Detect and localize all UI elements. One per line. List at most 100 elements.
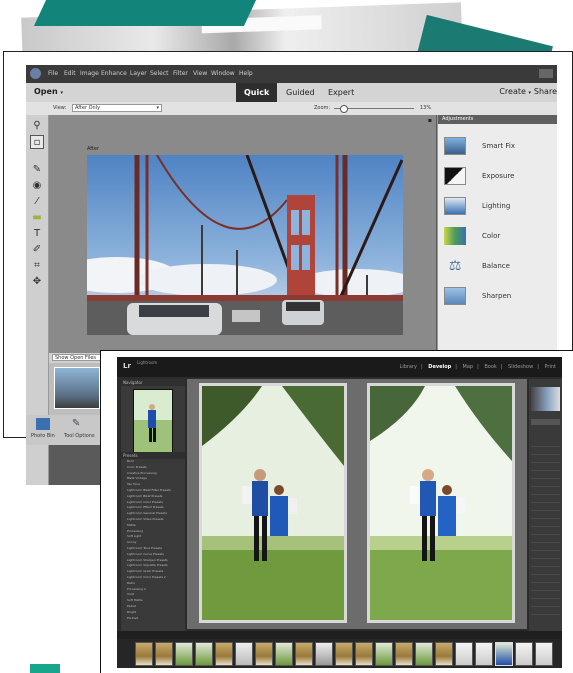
module-develop[interactable]: Develop (428, 364, 451, 370)
filmstrip-thumbnail[interactable] (435, 642, 453, 666)
straighten-icon[interactable]: ▬ (30, 211, 44, 225)
pse-mode-bar: Open ▾ Quick Guided Expert Create ▾ Shar… (26, 83, 557, 103)
lighting-icon (444, 197, 466, 215)
filmstrip-thumbnail[interactable] (535, 642, 553, 666)
filmstrip-thumbnail[interactable] (215, 642, 233, 666)
share-button[interactable]: Share (534, 87, 557, 96)
adjustment-balance[interactable]: ⚖ Balance (444, 257, 554, 279)
navigator-header[interactable]: Navigator (121, 379, 185, 386)
filmstrip-thumbnail[interactable] (175, 642, 193, 666)
histogram (531, 387, 560, 411)
menu-help[interactable]: Help (239, 70, 253, 77)
navigator-thumbnail[interactable] (133, 389, 173, 453)
menu-file[interactable]: File (48, 70, 58, 77)
red-eye-icon[interactable]: ◉ (30, 179, 44, 193)
zoom-slider-thumb[interactable] (340, 105, 348, 113)
create-button[interactable]: Create ▾ (499, 87, 531, 96)
lr-logo: Lr (123, 362, 131, 370)
teal-decoration-top (33, 0, 257, 26)
tool-strip[interactable] (531, 419, 560, 425)
filmstrip-thumbnail[interactable] (275, 642, 293, 666)
color-icon (444, 227, 466, 245)
menu-image[interactable]: Image (80, 70, 99, 77)
tab-quick[interactable]: Quick (236, 83, 278, 102)
pse-app-icon (30, 68, 41, 79)
canvas-caption: After (87, 146, 100, 152)
move-tool-icon[interactable]: ✥ (30, 275, 44, 289)
lr-brand: Lightroom (137, 360, 158, 365)
menu-enhance[interactable]: Enhance (101, 70, 127, 77)
view-label: View: (53, 105, 67, 111)
develop-sliders[interactable] (531, 439, 560, 619)
adjustment-lighting[interactable]: Lighting (444, 197, 554, 219)
type-tool-icon[interactable]: T (30, 227, 44, 241)
menu-select[interactable]: Select (150, 70, 169, 77)
view-select[interactable]: After Only ▾ (72, 104, 162, 112)
filmstrip-thumbnail[interactable] (415, 642, 433, 666)
after-photo (367, 383, 515, 623)
whiten-teeth-icon[interactable]: ⁄ (30, 195, 44, 209)
pse-options-bar: View: After Only ▾ Zoom: 13% (26, 102, 557, 115)
photo-bin-thumbnail[interactable] (54, 367, 100, 409)
menu-view[interactable]: View (193, 70, 207, 77)
tab-expert[interactable]: Expert (320, 83, 362, 102)
pse-menubar: File Edit Image Enhance Layer Select Fil… (26, 65, 557, 83)
menu-layer[interactable]: Layer (130, 70, 147, 77)
filmstrip-thumbnail[interactable] (315, 642, 333, 666)
photo-bin-icon[interactable] (36, 418, 50, 430)
zoom-tool-icon[interactable]: ⚲ (30, 119, 44, 133)
zoom-value: 13% (420, 105, 432, 111)
module-slideshow[interactable]: Slideshow (508, 364, 533, 370)
filmstrip-thumbnail[interactable] (475, 642, 493, 666)
filmstrip-thumbnail[interactable] (355, 642, 373, 666)
filmstrip-thumbnail[interactable] (155, 642, 173, 666)
filmstrip-thumbnail[interactable] (375, 642, 393, 666)
filmstrip-thumbnail[interactable] (195, 642, 213, 666)
filmstrip-thumbnail[interactable] (135, 642, 153, 666)
module-print[interactable]: Print (544, 364, 556, 370)
lightroom-screenshot: Lr Lightroom Library | Develop | Map | Book… (100, 350, 573, 673)
hand-tool-icon[interactable]: ▫ (30, 135, 44, 149)
photo-bin-label[interactable]: Photo Bin (31, 433, 55, 439)
filmstrip-thumbnail[interactable] (295, 642, 313, 666)
window-controls[interactable] (539, 69, 553, 78)
adjustment-color[interactable]: Color (444, 227, 554, 249)
filmstrip-thumbnail[interactable] (255, 642, 273, 666)
menu-filter[interactable]: Filter (173, 70, 188, 77)
module-book[interactable]: Book (484, 364, 496, 370)
canvas-close-icon[interactable]: ▪ (428, 117, 432, 124)
teal-decoration-bottom (30, 664, 60, 673)
menu-edit[interactable]: Edit (64, 70, 76, 77)
before-photo (199, 383, 347, 623)
tool-options-icon[interactable]: ✎ (72, 418, 86, 430)
smart-fix-icon (444, 137, 466, 155)
after-photo-graphic (370, 386, 512, 620)
adjustment-smart-fix[interactable]: Smart Fix (444, 137, 554, 159)
filmstrip-thumbnail[interactable] (335, 642, 353, 666)
filmstrip-thumbnail-selected[interactable] (495, 642, 513, 666)
lightroom-window: Lr Lightroom Library | Develop | Map | Book… (117, 357, 562, 668)
module-library[interactable]: Library (400, 364, 417, 370)
pse-canvas-area: After ▪ (49, 115, 436, 353)
adjustment-exposure[interactable]: Exposure (444, 167, 554, 189)
filmstrip-thumbnail[interactable] (515, 642, 533, 666)
adjustments-header: Adjustments (438, 115, 557, 124)
presets-header[interactable]: Presets (121, 452, 185, 459)
module-map[interactable]: Map (463, 364, 474, 370)
filmstrip-thumbnail[interactable] (455, 642, 473, 666)
filmstrip-thumbnail[interactable] (395, 642, 413, 666)
filmstrip-thumbnail[interactable] (235, 642, 253, 666)
lr-filmstrip (117, 639, 562, 668)
tab-guided[interactable]: Guided (278, 83, 323, 102)
preset-item[interactable]: Portrait (121, 616, 185, 622)
bridge-photo-graphic (87, 155, 403, 335)
adjustment-sharpen[interactable]: Sharpen (444, 287, 554, 309)
lr-left-panel: Navigator Presets Bold Color Presets Cre… (121, 379, 185, 631)
tool-options-label[interactable]: Tool Options (64, 433, 95, 439)
menu-window[interactable]: Window (211, 70, 235, 77)
golden-gate-bridge-photo (87, 155, 403, 335)
spot-healing-icon[interactable]: ✐ (30, 243, 44, 257)
open-button[interactable]: Open ▾ (34, 87, 63, 96)
quick-selection-icon[interactable]: ✎ (30, 163, 44, 177)
crop-tool-icon[interactable]: ⌗ (30, 259, 44, 273)
